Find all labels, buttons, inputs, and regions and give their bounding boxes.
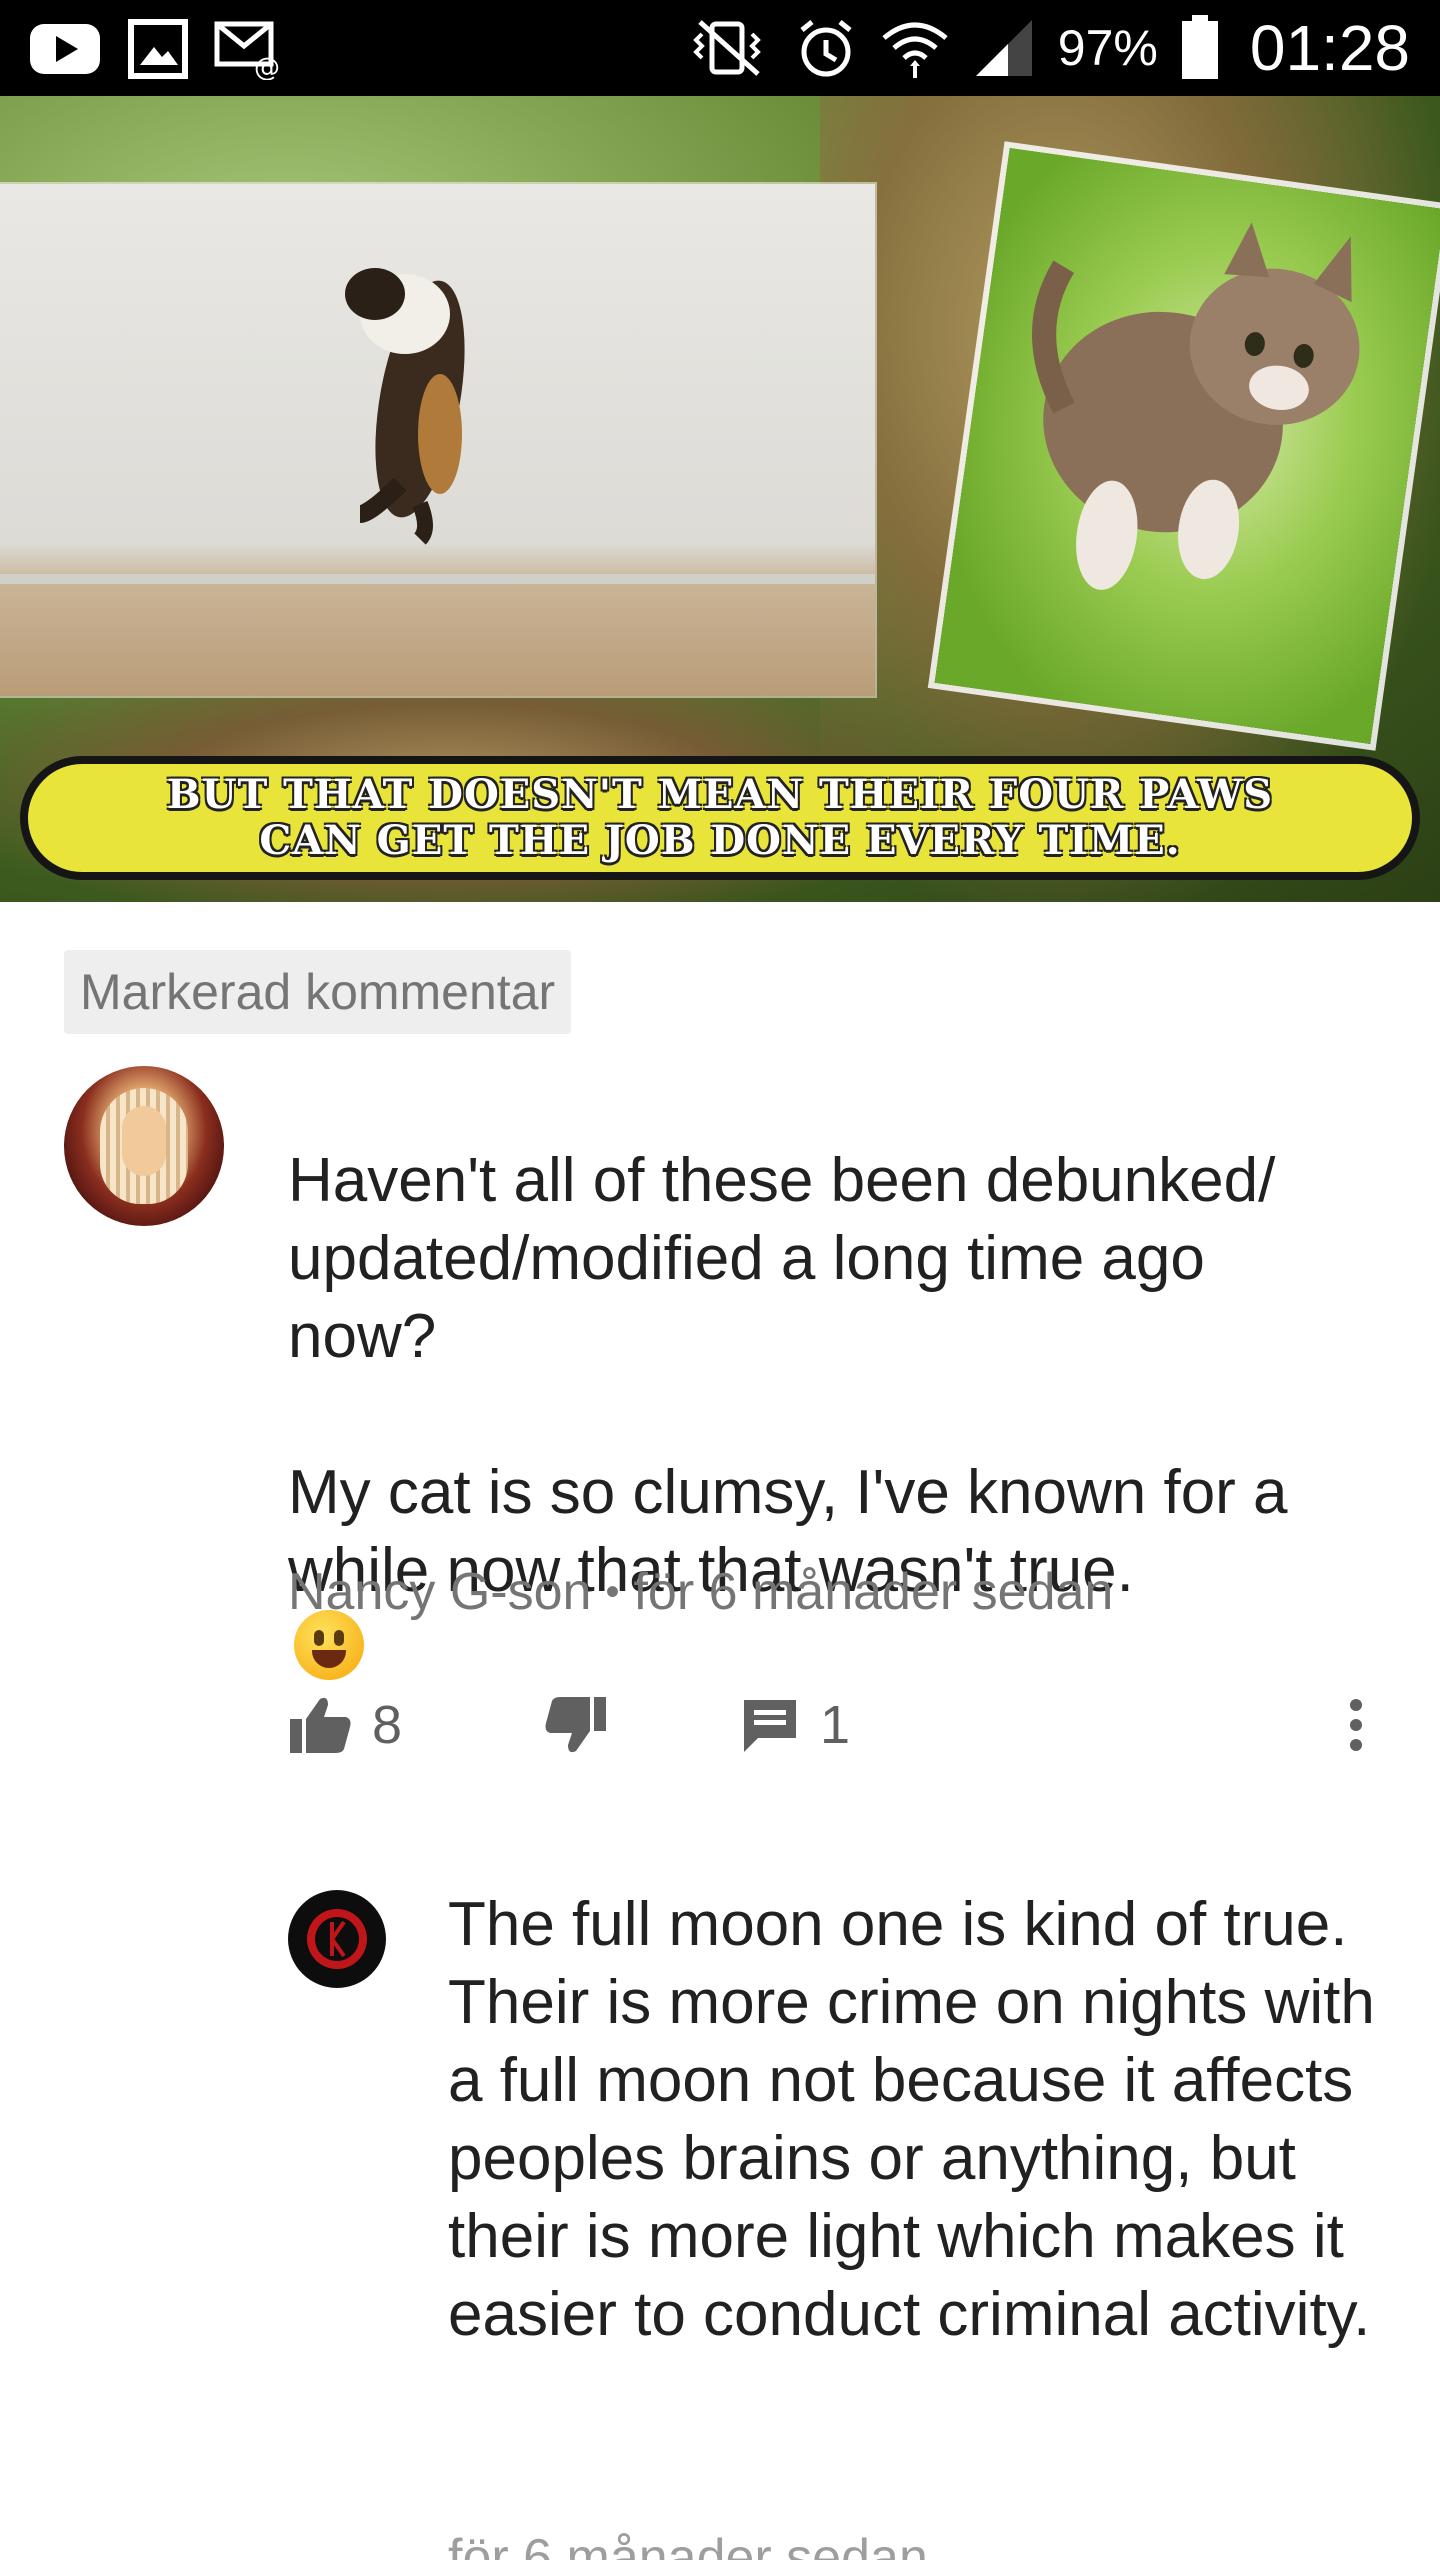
battery-icon (1180, 15, 1220, 81)
like-count: 8 (372, 1695, 403, 1755)
battery-percent: 97% (1057, 20, 1158, 76)
video-frame-jumping-cat-left (0, 184, 875, 696)
kitten-icon (1032, 222, 1360, 590)
like-button[interactable]: 8 (288, 1680, 402, 1770)
status-bar-right: 97% 01:28 (682, 0, 1410, 96)
reply-button[interactable]: 1 (740, 1680, 850, 1770)
reply-meta: för 6 månader sedan (448, 2529, 928, 2560)
dislike-button[interactable] (544, 1680, 608, 1770)
status-bar: @ 97% 01:28 (0, 0, 1440, 96)
wifi-icon (880, 16, 950, 80)
alarm-icon (794, 16, 858, 80)
video-player[interactable]: BUT THAT DOESN'T MEAN THEIR FOUR PAWS CA… (0, 96, 1440, 902)
status-bar-left: @ (28, 18, 290, 80)
more-options-button[interactable] (1346, 1680, 1366, 1770)
comment-actions: 8 1 (288, 1680, 1398, 1770)
email-icon: @ (214, 18, 290, 80)
meta-separator: • (605, 1569, 620, 1614)
cat-silhouette-icon (345, 268, 465, 545)
gallery-icon (128, 19, 188, 79)
comment-meta: Nancy G-son • för 6 månader sedan (288, 1562, 1113, 1622)
video-caption-text: BUT THAT DOESN'T MEAN THEIR FOUR PAWS CA… (166, 771, 1274, 864)
vibrate-icon (682, 18, 772, 78)
thumbs-down-icon (545, 1697, 606, 1753)
reply-text: The full moon one is kind of true. Their… (448, 1890, 1375, 2349)
reply-count: 1 (820, 1695, 851, 1755)
reply-avatar[interactable] (288, 1890, 386, 1988)
video-caption-banner: BUT THAT DOESN'T MEAN THEIR FOUR PAWS CA… (20, 756, 1420, 880)
svg-text:@: @ (254, 53, 280, 80)
comment-timestamp: för 6 månader sedan (633, 1563, 1114, 1621)
signal-icon (972, 16, 1036, 80)
thumbs-up-icon (290, 1697, 351, 1753)
comment-text: Haven't all of these been debunked/ upda… (288, 1064, 1398, 1910)
comment-text-body: Haven't all of these been debunked/ upda… (288, 1146, 1288, 1605)
comment-icon (744, 1700, 796, 1752)
youtube-notification-icon (28, 20, 102, 78)
highlighted-comment-label: Markerad kommentar (64, 950, 572, 1034)
video-frame-jumping-cat-right (934, 148, 1440, 744)
more-vert-icon (1350, 1699, 1362, 1751)
clock: 01:28 (1249, 12, 1410, 84)
dead-kennedys-logo-icon (289, 1891, 385, 1987)
avatar[interactable] (64, 1066, 224, 1226)
comment-author[interactable]: Nancy G-son (288, 1562, 591, 1622)
